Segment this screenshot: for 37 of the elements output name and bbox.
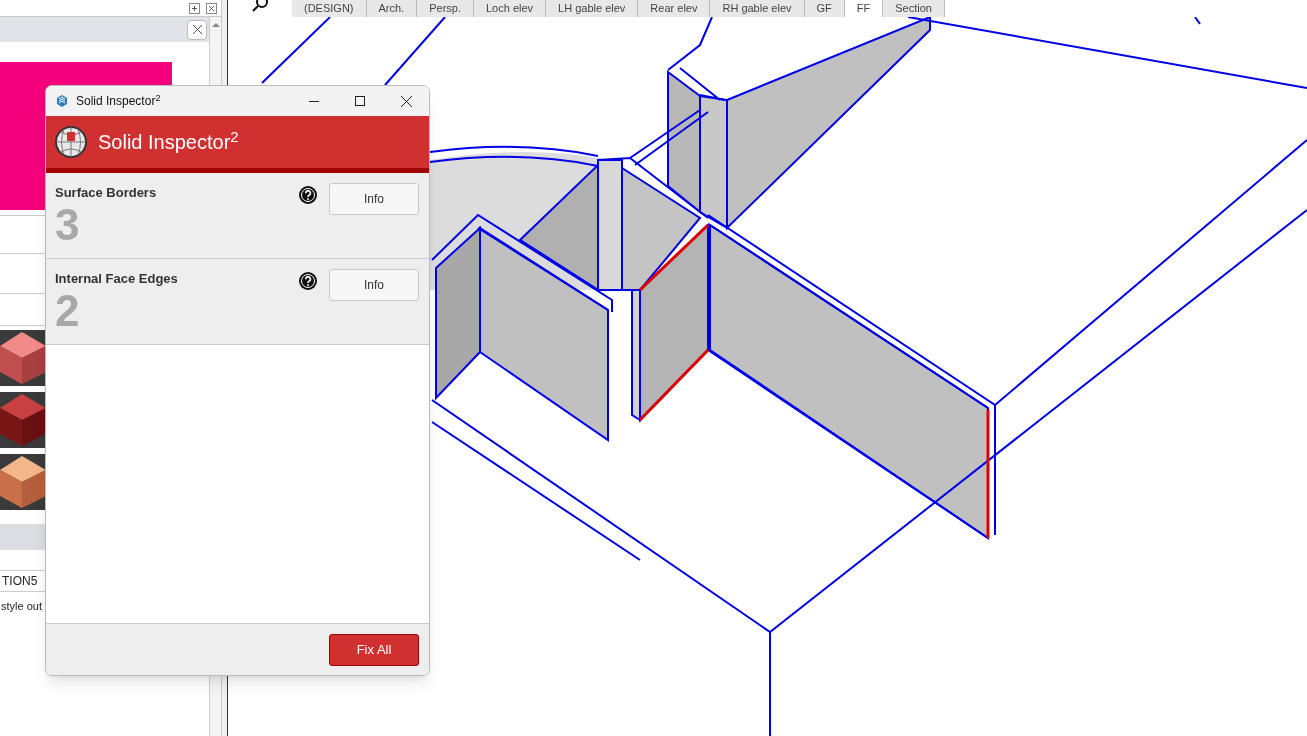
fix-all-button[interactable]: Fix All: [329, 633, 419, 666]
view-tab[interactable]: (DESIGN): [292, 0, 367, 17]
issue-name: Internal Face Edges: [55, 270, 179, 288]
cube-icon: [0, 454, 45, 510]
view-tab[interactable]: Persp.: [417, 0, 474, 17]
pin-icon[interactable]: [189, 2, 200, 14]
edge-line: [261, 17, 331, 84]
view-tab[interactable]: LH gable elev: [546, 0, 639, 17]
issue-count: 3: [55, 202, 81, 247]
description-text: style out: [0, 599, 43, 614]
issue-count: 2: [55, 288, 81, 333]
app-icon: [55, 94, 69, 108]
info-button[interactable]: Info: [329, 183, 419, 215]
close-button[interactable]: [187, 19, 207, 40]
view-tab[interactable]: Section: [883, 0, 945, 17]
close-icon: [400, 95, 412, 107]
material-thumbnail[interactable]: [0, 454, 45, 510]
help-icon[interactable]: [299, 186, 317, 204]
close-icon: [192, 25, 202, 34]
material-thumbnail[interactable]: [0, 330, 45, 386]
close-icon[interactable]: [206, 2, 217, 14]
info-button[interactable]: Info: [329, 269, 419, 301]
view-tab[interactable]: GF: [804, 0, 845, 17]
view-tab[interactable]: Loch elev: [474, 0, 547, 17]
window-title: Solid Inspector$^{2}$: [76, 92, 161, 110]
cube-icon: [0, 392, 45, 448]
issue-name: Surface Borders: [55, 184, 158, 202]
view-tab[interactable]: RH gable elev: [710, 0, 805, 17]
dialog-heading: Solid Inspector$^{2}$: [98, 127, 239, 155]
view-tab[interactable]: Arch.: [366, 0, 418, 17]
globe-icon: [55, 126, 87, 158]
material-thumbnail[interactable]: [0, 392, 45, 448]
cube-icon: [0, 330, 45, 386]
search-icon[interactable]: [251, 0, 269, 12]
help-icon[interactable]: [299, 272, 317, 290]
view-tab[interactable]: Rear elev: [638, 0, 711, 17]
edge-line: [384, 17, 446, 86]
